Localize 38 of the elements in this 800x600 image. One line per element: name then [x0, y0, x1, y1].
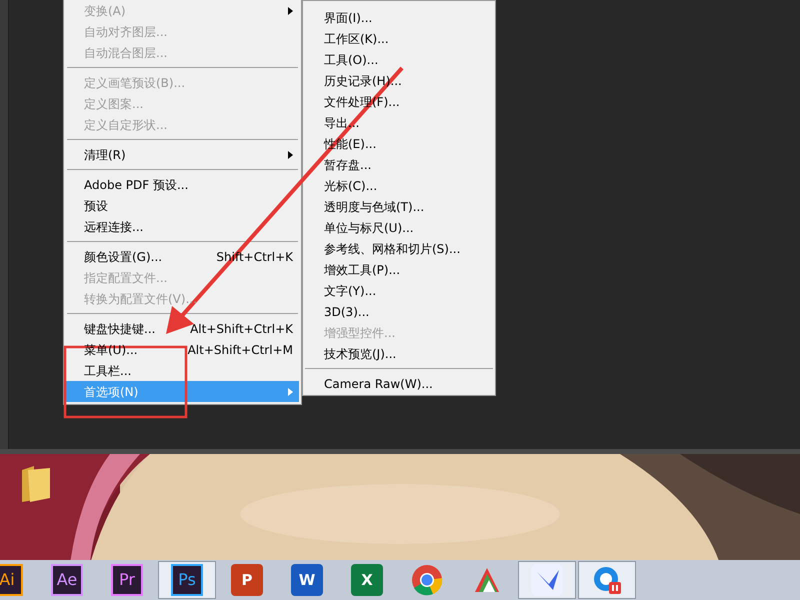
- folder-icon: [20, 464, 52, 504]
- sync-icon: [591, 564, 623, 596]
- app-icon: Ae: [51, 564, 83, 596]
- browser-icon: [411, 564, 443, 596]
- taskbar-button[interactable]: Pr: [98, 561, 156, 599]
- app-icon: P: [231, 564, 263, 596]
- menu-item[interactable]: 界面(I)...: [305, 7, 493, 28]
- menu-item[interactable]: Camera Raw(W)...: [305, 373, 493, 394]
- menu-item[interactable]: 透明度与色域(T)...: [305, 196, 493, 217]
- menu-item[interactable]: 技术预览(J)...: [305, 343, 493, 364]
- taskbar-button[interactable]: [518, 561, 576, 599]
- app-icon: Ps: [171, 564, 203, 596]
- menu-item[interactable]: 参考线、网格和切片(S)...: [305, 238, 493, 259]
- taskbar-button[interactable]: X: [338, 561, 396, 599]
- menu-item[interactable]: Adobe PDF 预设...: [66, 174, 299, 195]
- menu-item[interactable]: 工具(O)...: [305, 49, 493, 70]
- menu-item[interactable]: 暂存盘...: [305, 154, 493, 175]
- taskbar-button[interactable]: P: [218, 561, 276, 599]
- menu-item[interactable]: 3D(3)...: [305, 301, 493, 322]
- menu-item[interactable]: 键盘快捷键... Alt+Shift+Ctrl+K: [66, 318, 299, 339]
- taskbar-button[interactable]: Ps: [158, 561, 216, 599]
- menu-item[interactable]: 远程连接...: [66, 216, 299, 237]
- menu-item[interactable]: 光标(C)...: [305, 175, 493, 196]
- app-icon: Pr: [111, 564, 143, 596]
- app-icon: W: [291, 564, 323, 596]
- menu-item[interactable]: 工作区(K)...: [305, 28, 493, 49]
- taskbar-button[interactable]: Ae: [38, 561, 96, 599]
- menu-item[interactable]: 预设: [66, 195, 299, 216]
- menu-item[interactable]: 清理(R): [66, 144, 299, 165]
- menu-item[interactable]: 工具栏...: [66, 360, 299, 381]
- menu-item[interactable]: 单位与标尺(U)...: [305, 217, 493, 238]
- menu-item[interactable]: 文字(Y)...: [305, 280, 493, 301]
- bird-icon: [531, 564, 563, 596]
- taskbar-button[interactable]: [578, 561, 636, 599]
- menu-item[interactable]: 导出...: [305, 112, 493, 133]
- menu-item[interactable]: 增效工具(P)...: [305, 259, 493, 280]
- taskbar-button[interactable]: W: [278, 561, 336, 599]
- app-icon: X: [351, 564, 383, 596]
